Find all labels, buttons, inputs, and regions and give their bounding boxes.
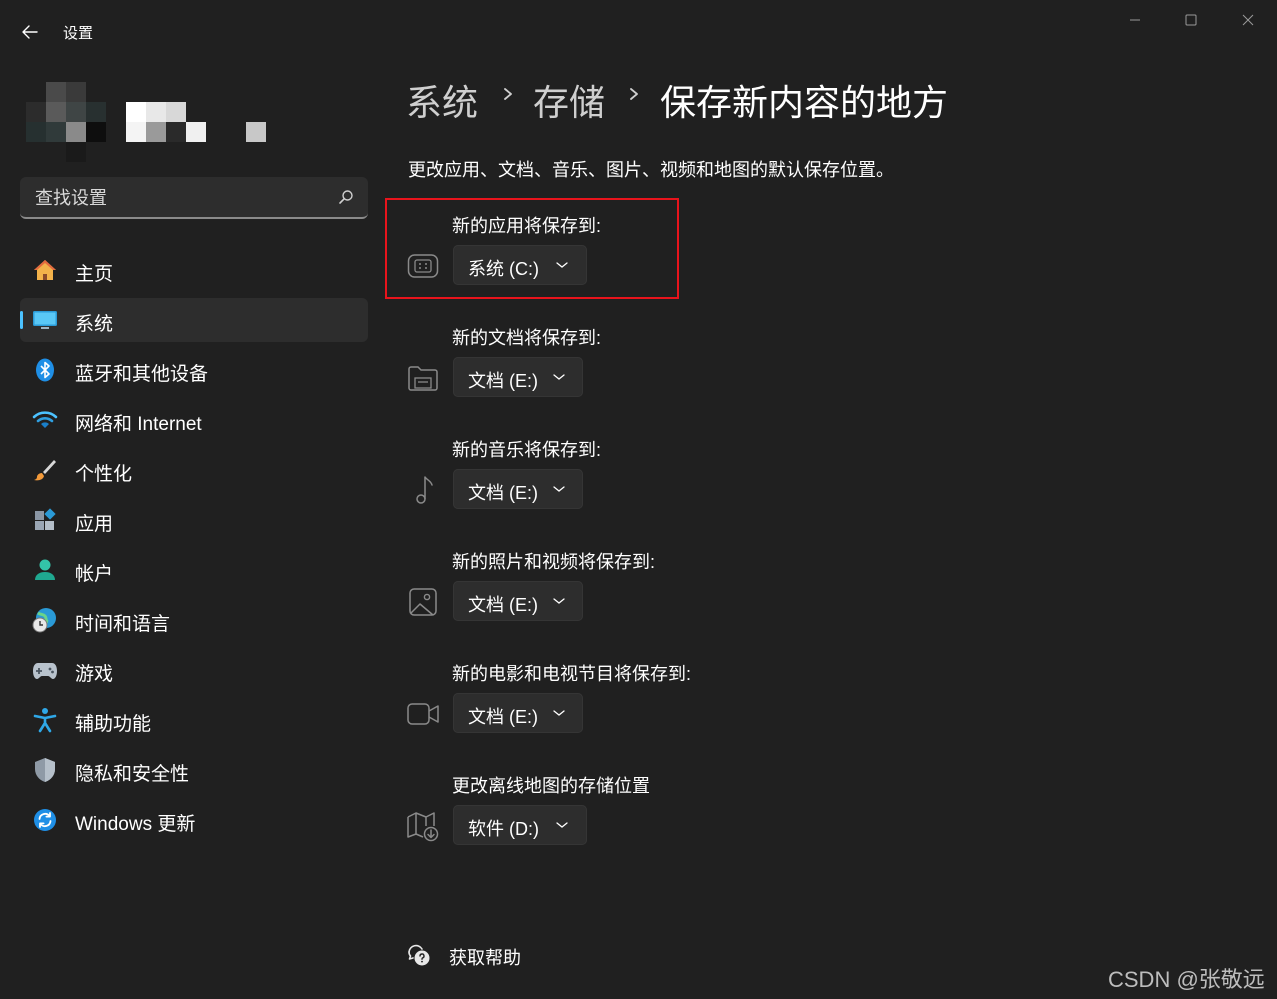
sidebar-item-bluetooth[interactable]: 蓝牙和其他设备 xyxy=(20,348,368,392)
sidebar-item-system[interactable]: 系统 xyxy=(20,298,368,342)
documents-location-dropdown[interactable]: 文档 (E:) xyxy=(453,357,583,397)
music-save-location-label: 新的音乐将保存到: xyxy=(452,440,602,460)
folder-icon xyxy=(404,360,442,396)
chevron-down-icon xyxy=(556,822,568,828)
music-location-dropdown[interactable]: 文档 (E:) xyxy=(453,469,583,509)
sidebar-item-personalization[interactable]: 个性化 xyxy=(20,448,368,492)
video-camera-icon xyxy=(404,696,442,732)
system-display-icon xyxy=(32,308,58,332)
minimize-button[interactable] xyxy=(1112,8,1158,32)
paintbrush-icon xyxy=(32,458,58,482)
page-description: 更改应用、文档、音乐、图片、视频和地图的默认保存位置。 xyxy=(408,160,894,180)
back-arrow-icon xyxy=(22,25,38,39)
minimize-icon xyxy=(1130,19,1140,21)
search-input[interactable] xyxy=(33,177,327,219)
breadcrumb-system[interactable]: 系统 xyxy=(406,74,478,126)
sidebar-item-label: Windows 更新 xyxy=(75,814,196,835)
close-icon xyxy=(1242,14,1254,26)
sidebar-item-apps[interactable]: 应用 xyxy=(20,498,368,542)
avatar xyxy=(26,82,108,164)
dropdown-value: 文档 (E:) xyxy=(468,483,538,503)
back-button[interactable] xyxy=(14,18,46,46)
sidebar-item-label: 主页 xyxy=(75,264,114,285)
dropdown-value: 软件 (D:) xyxy=(468,819,539,839)
sidebar-item-home[interactable]: 主页 xyxy=(20,248,368,292)
documents-save-location-label: 新的文档将保存到: xyxy=(452,328,602,348)
picture-icon xyxy=(404,584,442,620)
maximize-button[interactable] xyxy=(1168,8,1214,32)
chevron-right-icon xyxy=(504,88,512,100)
sidebar-item-label: 蓝牙和其他设备 xyxy=(75,364,209,385)
sidebar-item-label: 网络和 Internet xyxy=(75,414,202,435)
person-icon xyxy=(32,558,58,582)
maximize-icon xyxy=(1185,14,1197,26)
accessibility-icon xyxy=(32,708,58,733)
chevron-right-icon xyxy=(630,88,638,100)
search-box[interactable] xyxy=(20,177,368,219)
app-title: 设置 xyxy=(63,25,94,42)
chevron-down-icon xyxy=(553,598,565,604)
sidebar-item-time-language[interactable]: 时间和语言 xyxy=(20,598,368,642)
breadcrumb-storage[interactable]: 存储 xyxy=(533,74,605,126)
movies-location-dropdown[interactable]: 文档 (E:) xyxy=(453,693,583,733)
map-download-icon xyxy=(404,808,442,844)
offline-maps-location-dropdown[interactable]: 软件 (D:) xyxy=(453,805,587,845)
apps-icon xyxy=(32,508,58,532)
chevron-down-icon xyxy=(553,374,565,380)
selection-indicator xyxy=(20,311,23,329)
movies-save-location-label: 新的电影和电视节目将保存到: xyxy=(452,664,691,684)
update-icon xyxy=(32,808,58,832)
help-chat-icon[interactable] xyxy=(406,942,432,968)
chevron-down-icon xyxy=(553,710,565,716)
home-icon xyxy=(32,258,58,282)
account-name xyxy=(126,102,266,142)
sidebar-item-accessibility[interactable]: 辅助功能 xyxy=(20,698,368,742)
sidebar-item-windows-update[interactable]: Windows 更新 xyxy=(20,798,368,842)
shield-icon xyxy=(32,758,58,782)
gamepad-icon xyxy=(32,658,58,682)
sidebar-item-label: 帐户 xyxy=(75,564,114,585)
bluetooth-icon xyxy=(32,358,58,382)
sidebar-item-gaming[interactable]: 游戏 xyxy=(20,648,368,692)
sidebar-item-label: 系统 xyxy=(75,314,114,335)
get-help-link[interactable]: 获取帮助 xyxy=(449,944,521,970)
music-note-icon xyxy=(404,472,442,508)
wifi-icon xyxy=(32,408,58,432)
globe-clock-icon xyxy=(32,608,58,633)
page-title: 保存新内容的地方 xyxy=(660,82,949,123)
sidebar-item-label: 游戏 xyxy=(75,664,114,685)
sidebar-item-privacy[interactable]: 隐私和安全性 xyxy=(20,748,368,792)
dropdown-value: 文档 (E:) xyxy=(468,371,538,391)
search-icon[interactable] xyxy=(338,189,354,205)
dropdown-value: 文档 (E:) xyxy=(468,707,538,727)
sidebar-item-label: 时间和语言 xyxy=(75,614,171,635)
sidebar-item-accounts[interactable]: 帐户 xyxy=(20,548,368,592)
dropdown-value: 文档 (E:) xyxy=(468,595,538,615)
photos-location-dropdown[interactable]: 文档 (E:) xyxy=(453,581,583,621)
watermark-text: CSDN @张敬远 xyxy=(1108,967,1265,992)
sidebar-item-network[interactable]: 网络和 Internet xyxy=(20,398,368,442)
sidebar-item-label: 辅助功能 xyxy=(75,714,152,735)
sidebar-item-label: 隐私和安全性 xyxy=(75,764,190,785)
highlight-annotation xyxy=(385,198,679,299)
close-button[interactable] xyxy=(1225,8,1271,32)
sidebar-item-label: 应用 xyxy=(75,514,114,535)
offline-maps-location-label: 更改离线地图的存储位置 xyxy=(452,776,650,796)
chevron-down-icon xyxy=(553,486,565,492)
photos-save-location-label: 新的照片和视频将保存到: xyxy=(452,552,655,572)
sidebar-item-label: 个性化 xyxy=(75,464,133,485)
